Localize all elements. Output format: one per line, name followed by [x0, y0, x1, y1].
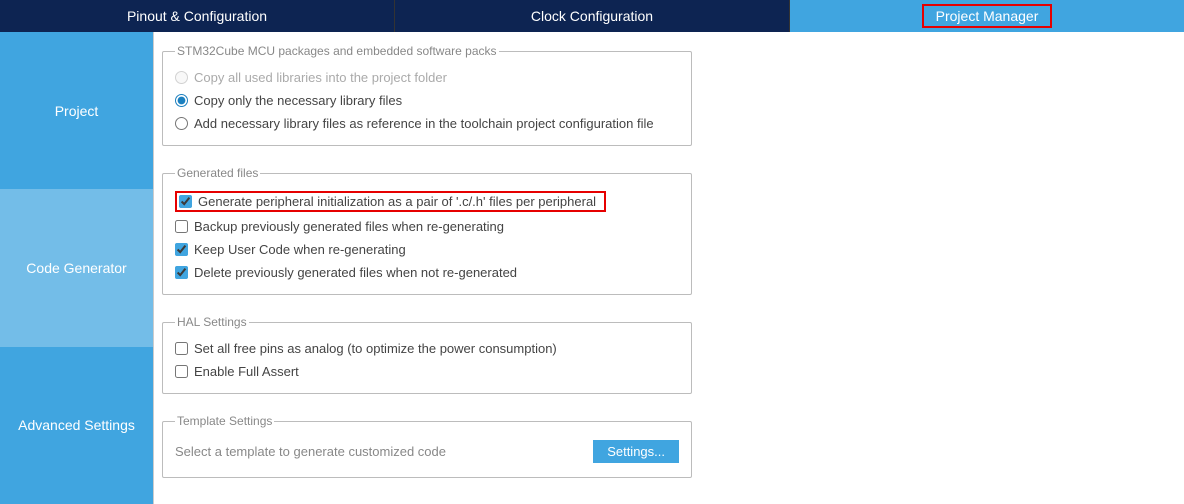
checkbox-pair[interactable] — [179, 195, 192, 208]
template-legend: Template Settings — [175, 414, 274, 428]
option-backup[interactable]: Backup previously generated files when r… — [175, 215, 679, 238]
tab-project-manager-label: Project Manager — [922, 4, 1053, 28]
sidebar-item-advanced-label: Advanced Settings — [18, 417, 135, 433]
checkbox-keep-user[interactable] — [175, 243, 188, 256]
packages-legend: STM32Cube MCU packages and embedded soft… — [175, 44, 499, 58]
tab-pinout[interactable]: Pinout & Configuration — [0, 0, 395, 32]
option-assert-label: Enable Full Assert — [194, 364, 299, 379]
option-copy-necessary-label: Copy only the necessary library files — [194, 93, 402, 108]
hal-legend: HAL Settings — [175, 315, 249, 329]
option-reference-label: Add necessary library files as reference… — [194, 116, 654, 131]
sidebar-item-project-label: Project — [55, 103, 99, 119]
checkbox-analog[interactable] — [175, 342, 188, 355]
sidebar-item-code-generator[interactable]: Code Generator — [0, 189, 153, 346]
option-copy-all-label: Copy all used libraries into the project… — [194, 70, 447, 85]
checkbox-assert[interactable] — [175, 365, 188, 378]
tab-clock[interactable]: Clock Configuration — [395, 0, 790, 32]
option-copy-all[interactable]: Copy all used libraries into the project… — [175, 66, 679, 89]
template-fieldset: Template Settings Select a template to g… — [162, 414, 692, 478]
option-pair-row: Generate peripheral initialization as a … — [175, 188, 679, 215]
tab-project-manager[interactable]: Project Manager — [790, 0, 1184, 32]
radio-reference[interactable] — [175, 117, 188, 130]
radio-copy-necessary[interactable] — [175, 94, 188, 107]
option-keep-user[interactable]: Keep User Code when re-generating — [175, 238, 679, 261]
settings-button[interactable]: Settings... — [593, 440, 679, 463]
template-row: Select a template to generate customized… — [175, 436, 679, 467]
main-container: Project Code Generator Advanced Settings… — [0, 32, 1184, 504]
option-analog-label: Set all free pins as analog (to optimize… — [194, 341, 557, 356]
hal-fieldset: HAL Settings Set all free pins as analog… — [162, 315, 692, 394]
sidebar-item-project[interactable]: Project — [0, 32, 153, 189]
content-panel: STM32Cube MCU packages and embedded soft… — [154, 32, 1184, 504]
option-reference[interactable]: Add necessary library files as reference… — [175, 112, 679, 135]
template-label: Select a template to generate customized… — [175, 444, 446, 459]
radio-copy-all[interactable] — [175, 71, 188, 84]
sidebar-item-code-generator-label: Code Generator — [26, 260, 126, 276]
generated-legend: Generated files — [175, 166, 260, 180]
checkbox-delete[interactable] — [175, 266, 188, 279]
option-backup-label: Backup previously generated files when r… — [194, 219, 504, 234]
option-keep-user-label: Keep User Code when re-generating — [194, 242, 406, 257]
packages-fieldset: STM32Cube MCU packages and embedded soft… — [162, 44, 692, 146]
option-analog[interactable]: Set all free pins as analog (to optimize… — [175, 337, 679, 360]
option-pair-highlight: Generate peripheral initialization as a … — [175, 191, 606, 212]
option-assert[interactable]: Enable Full Assert — [175, 360, 679, 383]
sidebar: Project Code Generator Advanced Settings — [0, 32, 154, 504]
tab-clock-label: Clock Configuration — [531, 8, 653, 24]
sidebar-item-advanced[interactable]: Advanced Settings — [0, 347, 153, 504]
top-tabs: Pinout & Configuration Clock Configurati… — [0, 0, 1184, 32]
option-pair-label: Generate peripheral initialization as a … — [198, 194, 596, 209]
option-copy-necessary[interactable]: Copy only the necessary library files — [175, 89, 679, 112]
generated-fieldset: Generated files Generate peripheral init… — [162, 166, 692, 295]
tab-pinout-label: Pinout & Configuration — [127, 8, 267, 24]
option-delete[interactable]: Delete previously generated files when n… — [175, 261, 679, 284]
checkbox-backup[interactable] — [175, 220, 188, 233]
option-delete-label: Delete previously generated files when n… — [194, 265, 517, 280]
